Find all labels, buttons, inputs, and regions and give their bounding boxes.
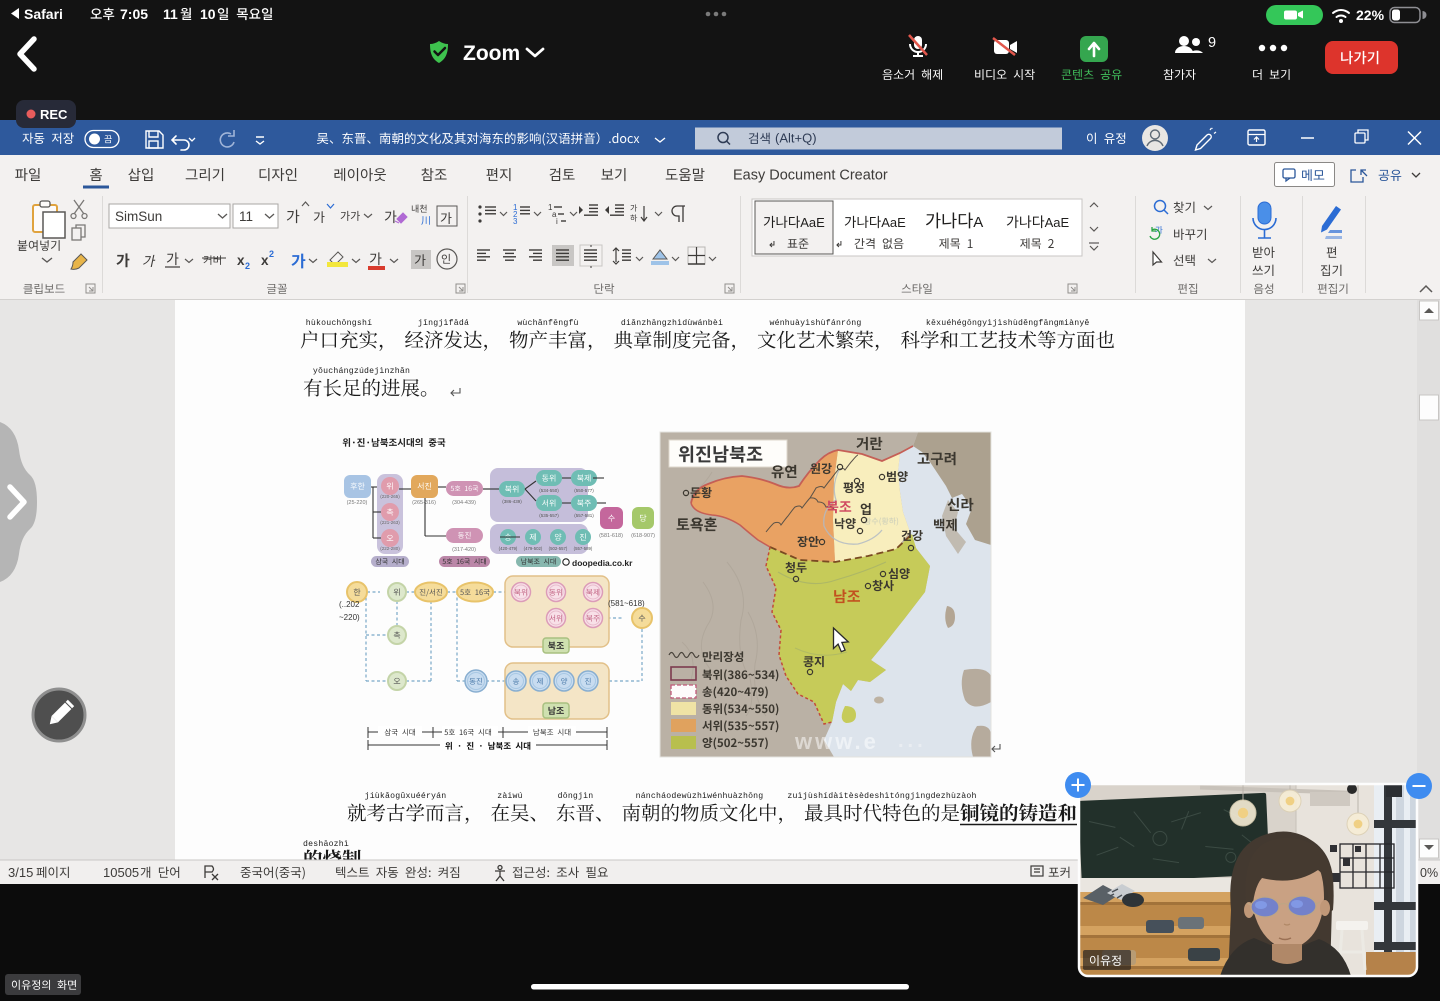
- svg-text:doopedia.co.kr: doopedia.co.kr: [572, 558, 633, 568]
- svg-text:x: x: [261, 253, 269, 268]
- svg-text:(534-550): (534-550): [539, 488, 559, 493]
- svg-text:(386-439): (386-439): [502, 499, 522, 504]
- svg-text:(25-220): (25-220): [347, 500, 368, 506]
- svg-text:i: i: [556, 217, 558, 226]
- svg-text:diǎnzhāngzhìdùwánbèi: diǎnzhāngzhìdùwánbèi: [621, 318, 723, 328]
- svg-text:hùkouchōngshí: hùkouchōngshí: [306, 318, 372, 328]
- svg-text:zuìjùshídàitèsèdeshìtóngjìngde: zuìjùshídàitèsèdeshìtóngjìngdezhùzàoh: [787, 791, 976, 801]
- svg-text:kēxuéhégōngyìjìshùděngfāngmiàn: kēxuéhégōngyìjìshùděngfāngmiànyě: [926, 318, 1090, 328]
- svg-text:dōngjìn: dōngjìn: [558, 791, 594, 801]
- svg-text:x: x: [237, 253, 245, 268]
- svg-text:(581~618): (581~618): [608, 599, 645, 608]
- svg-text:3/15: 3/15: [8, 865, 33, 880]
- svg-text:(221-263): (221-263): [380, 520, 400, 525]
- svg-text:(222-280): (222-280): [380, 546, 400, 551]
- svg-text:(Alt+Q): (Alt+Q): [775, 131, 817, 146]
- svg-text:www.e: www.e: [794, 729, 879, 754]
- svg-text:10505: 10505: [103, 865, 139, 880]
- svg-text:Zoom: Zoom: [463, 42, 520, 65]
- svg-text:(317-420): (317-420): [452, 547, 476, 553]
- svg-text:REC: REC: [40, 107, 68, 122]
- svg-text:A: A: [973, 214, 983, 231]
- svg-text:AaE: AaE: [800, 215, 825, 230]
- svg-text:(535-557): (535-557): [539, 513, 559, 518]
- svg-text:(304-439): (304-439): [452, 500, 476, 506]
- svg-text:2: 2: [269, 249, 274, 259]
- svg-text:jiùkǎogǔxuééryán: jiùkǎogǔxuééryán: [365, 791, 447, 801]
- svg-text:~220): ~220): [339, 613, 360, 622]
- svg-text:náncháodewùzhìwénhuàzhōng: náncháodewùzhìwénhuàzhōng: [636, 791, 764, 801]
- svg-text:(557-589): (557-589): [574, 546, 593, 551]
- svg-text:(265-316): (265-316): [412, 500, 436, 506]
- svg-text:wénhuàyìshùfánróng: wénhuàyìshùfánróng: [769, 318, 861, 328]
- svg-text:(..202: (..202: [339, 600, 360, 609]
- svg-text:wùchǎnfēngfù: wùchǎnfēngfù: [517, 318, 578, 328]
- svg-text:7:05: 7:05: [120, 6, 148, 22]
- svg-text:2: 2: [245, 261, 250, 271]
- svg-text:10: 10: [200, 6, 216, 22]
- svg-text:(557-581): (557-581): [574, 513, 594, 518]
- svg-text:Easy Document Creator: Easy Document Creator: [733, 168, 888, 184]
- svg-text:Safari: Safari: [24, 6, 63, 22]
- svg-text:(479-502): (479-502): [524, 546, 543, 551]
- svg-text:yǒuchángzúdejìnzhǎn: yǒuchángzúdejìnzhǎn: [313, 366, 410, 376]
- svg-text:zàiwú: zàiwú: [497, 791, 523, 801]
- svg-text:(420-479): (420-479): [499, 546, 518, 551]
- svg-text:9: 9: [1208, 35, 1216, 51]
- svg-text:jīngjìfādá: jīngjìfādá: [418, 318, 469, 328]
- svg-text:AaE: AaE: [1045, 215, 1070, 230]
- svg-text:(502-557): (502-557): [549, 546, 568, 551]
- svg-text:3: 3: [513, 217, 518, 226]
- svg-text:deshāozhì: deshāozhì: [303, 839, 349, 849]
- svg-text:11: 11: [239, 209, 253, 224]
- svg-text:0%: 0%: [1420, 866, 1438, 880]
- svg-text:22%: 22%: [1356, 7, 1385, 23]
- svg-text:(220-265): (220-265): [380, 494, 400, 499]
- svg-text:11: 11: [163, 6, 178, 22]
- svg-text:...: ...: [898, 730, 927, 752]
- svg-text:(550-577): (550-577): [574, 488, 594, 493]
- svg-text:(618-907): (618-907): [631, 533, 655, 539]
- svg-text:SimSun: SimSun: [115, 209, 162, 224]
- svg-text:(581-618): (581-618): [599, 533, 623, 539]
- svg-text:AaE: AaE: [881, 215, 906, 230]
